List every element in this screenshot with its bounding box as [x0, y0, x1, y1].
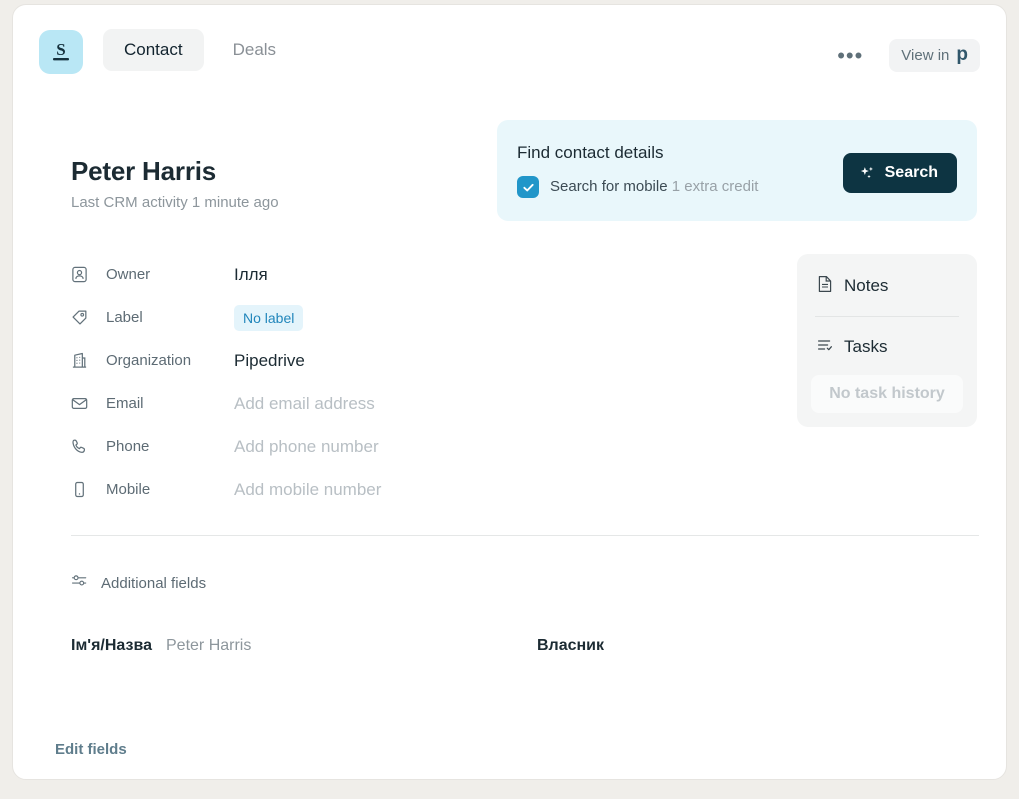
edit-fields-link[interactable]: Edit fields: [55, 741, 127, 758]
find-card-content: Find contact details Search for mobile 1…: [517, 142, 843, 198]
extra-field-name-key: Ім'я/Назва: [71, 637, 152, 654]
view-in-pipedrive-button[interactable]: View in p: [889, 39, 980, 72]
panel-item-notes[interactable]: Notes: [797, 270, 977, 302]
contact-fields-list: Owner Ілля Label No label Organization P…: [71, 253, 771, 511]
more-options-icon[interactable]: •••: [831, 44, 869, 66]
panel-label-notes: Notes: [844, 276, 889, 295]
extra-field-owner-key: Власник: [537, 637, 605, 654]
contact-header: Peter Harris Last CRM activity 1 minute …: [71, 155, 279, 213]
notes-tasks-panel: Notes Tasks No task history: [797, 254, 977, 427]
field-label-email: Email: [106, 395, 144, 412]
extra-credit-note: 1 extra credit: [671, 178, 759, 195]
field-row-phone[interactable]: Phone Add phone number: [71, 425, 771, 468]
envelope-icon: [71, 395, 95, 412]
find-contact-details-card: Find contact details Search for mobile 1…: [497, 120, 977, 221]
field-row-owner[interactable]: Owner Ілля: [71, 253, 771, 296]
field-row-email[interactable]: Email Add email address: [71, 382, 771, 425]
app-header: S Contact Deals ••• View in p: [13, 5, 1006, 101]
section-divider: [71, 535, 979, 536]
tab-contact[interactable]: Contact: [103, 29, 204, 71]
label-chip[interactable]: No label: [234, 304, 304, 331]
search-button[interactable]: Search: [842, 153, 957, 193]
phone-icon: [71, 438, 95, 455]
field-label-organization: Organization: [106, 352, 192, 369]
field-value-mobile[interactable]: Add mobile number: [234, 480, 381, 500]
no-task-history-text: No task history: [811, 375, 963, 413]
additional-fields-label: Additional fields: [101, 574, 207, 592]
tab-deals[interactable]: Deals: [212, 29, 297, 71]
field-label-mobile: Mobile: [106, 481, 151, 498]
mobile-icon: [71, 481, 95, 498]
search-mobile-checkbox[interactable]: [517, 176, 539, 198]
last-activity-text: Last CRM activity 1 minute ago: [71, 194, 279, 211]
tag-icon: [71, 309, 95, 326]
panel-divider: [815, 316, 959, 317]
search-mobile-label: Search for mobile 1 extra credit: [550, 177, 758, 197]
field-label-label: Label: [106, 309, 143, 326]
additional-fields-toggle[interactable]: Additional fields: [71, 573, 206, 593]
surfe-logo[interactable]: S: [39, 30, 83, 74]
surfe-s-logo-icon: S: [53, 40, 69, 61]
sliders-icon: [71, 573, 88, 593]
find-card-title: Find contact details: [517, 143, 664, 162]
field-value-owner: Ілля: [234, 264, 268, 284]
field-row-label[interactable]: Label No label: [71, 296, 771, 339]
field-label-owner: Owner: [106, 266, 151, 283]
svg-text:S: S: [56, 40, 65, 59]
pipedrive-logo-icon: p: [956, 44, 968, 65]
page-title: Peter Harris: [71, 156, 217, 186]
user-icon: [71, 266, 95, 283]
field-label-phone: Phone: [106, 438, 150, 455]
field-value-organization: Pipedrive: [234, 350, 305, 370]
field-row-mobile[interactable]: Mobile Add mobile number: [71, 468, 771, 511]
field-row-organization[interactable]: Organization Pipedrive: [71, 339, 771, 382]
header-actions: ••• View in p: [831, 39, 980, 72]
panel-label-tasks: Tasks: [844, 337, 888, 356]
task-list-icon: [817, 336, 833, 359]
extra-fields-row: Ім'я/Назва Peter Harris Власник: [71, 637, 979, 655]
document-icon: [817, 275, 833, 298]
building-icon: [71, 352, 95, 369]
search-mobile-text: Search for mobile: [550, 178, 668, 195]
search-mobile-option: Search for mobile 1 extra credit: [517, 176, 843, 198]
search-button-label: Search: [884, 164, 938, 181]
app-window: S Contact Deals ••• View in p Peter Harr…: [12, 4, 1007, 780]
tab-bar: Contact Deals: [103, 29, 297, 71]
check-icon: [522, 183, 534, 191]
view-in-label: View in: [901, 47, 950, 64]
panel-item-tasks[interactable]: Tasks: [797, 331, 977, 363]
field-value-phone[interactable]: Add phone number: [234, 437, 379, 457]
field-value-email[interactable]: Add email address: [234, 394, 375, 414]
sparkle-icon: [860, 166, 873, 178]
extra-field-name-value[interactable]: Peter Harris: [166, 637, 251, 655]
